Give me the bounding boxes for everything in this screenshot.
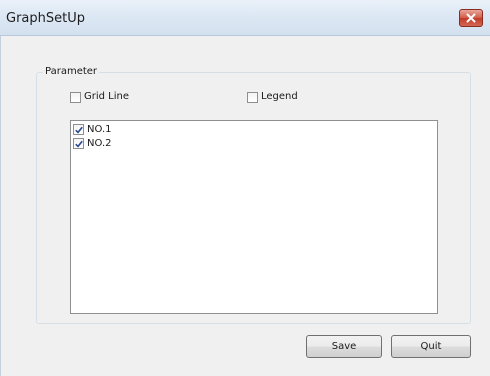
legend-option[interactable]: Legend xyxy=(247,90,298,104)
list-item[interactable]: NO.1 xyxy=(73,123,112,136)
close-icon xyxy=(466,13,476,23)
grid-line-checkbox[interactable] xyxy=(70,91,81,103)
window-border xyxy=(0,36,1,376)
parameter-group-label: Parameter xyxy=(43,66,100,78)
window-title: GraphSetUp xyxy=(6,11,85,26)
legend-checkbox[interactable] xyxy=(247,91,258,103)
list-item[interactable]: NO.2 xyxy=(73,137,112,150)
checkmark-icon xyxy=(75,140,83,148)
save-button[interactable]: Save xyxy=(306,335,382,358)
close-button[interactable] xyxy=(459,9,483,27)
grid-line-option[interactable]: Grid Line xyxy=(70,90,129,104)
no1-checkbox[interactable] xyxy=(73,124,84,135)
list-item-label: NO.1 xyxy=(87,123,112,135)
title-bar[interactable]: GraphSetUp xyxy=(0,0,490,36)
list-item-label: NO.2 xyxy=(87,137,112,149)
legend-label: Legend xyxy=(261,91,298,102)
series-listbox[interactable]: NO.1 NO.2 xyxy=(70,120,438,314)
graph-setup-dialog: GraphSetUp Parameter Grid Line Legend NO… xyxy=(0,0,490,376)
checkmark-icon xyxy=(75,126,83,134)
no2-checkbox[interactable] xyxy=(73,138,84,149)
grid-line-label: Grid Line xyxy=(84,91,130,102)
quit-button[interactable]: Quit xyxy=(391,335,471,358)
